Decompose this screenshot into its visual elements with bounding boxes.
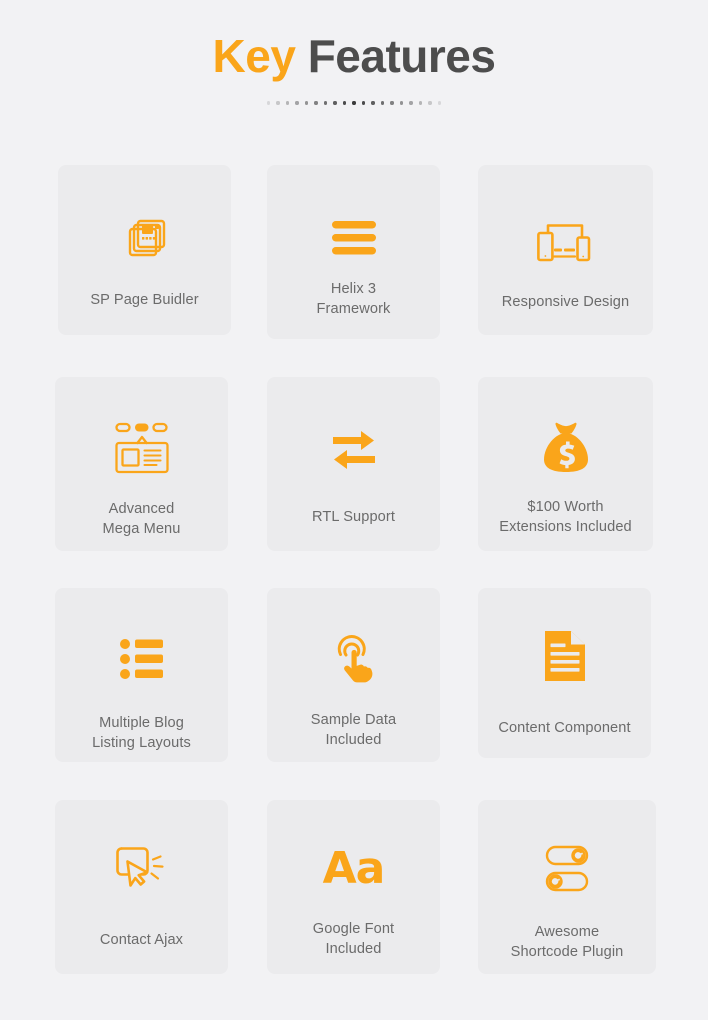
mega-menu-icon <box>55 422 228 476</box>
feature-card-label: Awesome Shortcode Plugin <box>510 924 624 960</box>
feature-card[interactable]: Content Component <box>478 588 651 758</box>
toggle-switches-icon <box>478 845 656 895</box>
stacked-pages-icon <box>58 212 231 260</box>
feature-card[interactable]: Responsive Design <box>478 165 653 335</box>
feature-card[interactable]: Awesome Shortcode Plugin <box>478 800 656 974</box>
exchange-arrows-icon <box>267 427 440 471</box>
feature-card[interactable]: Helix 3 Framework <box>267 165 440 339</box>
feature-card[interactable]: Contact Ajax <box>55 800 228 974</box>
feature-card-label: $100 Worth Extensions Included <box>499 499 632 535</box>
key-features-page: Key Features SP Page Buidler Helix 3 Fra… <box>0 0 708 1020</box>
feature-card-label: Sample Data Included <box>310 712 397 748</box>
responsive-devices-icon <box>478 220 653 262</box>
feature-card-label: Contact Ajax <box>99 932 184 948</box>
feature-card-label: Advanced Mega Menu <box>102 501 181 537</box>
feature-card[interactable]: $100 Worth Extensions Included <box>478 377 653 551</box>
typography-aa-icon: Aa <box>322 843 386 894</box>
feature-card-label: SP Page Buidler <box>90 292 199 308</box>
feature-card-label: Multiple Blog Listing Layouts <box>92 715 191 751</box>
tap-gesture-icon <box>267 632 440 684</box>
feature-card[interactable]: SP Page Buidler <box>58 165 231 335</box>
hamburger-bars-icon <box>267 219 440 257</box>
feature-card[interactable]: Advanced Mega Menu <box>55 377 228 551</box>
bulleted-list-icon <box>55 638 228 680</box>
feature-card[interactable]: Aa Google Font Included <box>267 800 440 974</box>
feature-card-label: Responsive Design <box>501 294 630 310</box>
feature-card[interactable]: RTL Support <box>267 377 440 551</box>
features-grid: SP Page Buidler Helix 3 Framework Respon… <box>0 0 708 1020</box>
document-icon <box>478 630 651 682</box>
feature-card-label: Content Component <box>498 720 631 736</box>
feature-card-label: RTL Support <box>311 509 396 525</box>
feature-card-label: Google Font Included <box>312 921 395 957</box>
feature-card-label: Helix 3 Framework <box>316 281 391 317</box>
feature-card[interactable]: Sample Data Included <box>267 588 440 762</box>
cursor-click-icon <box>55 845 228 895</box>
money-bag-icon <box>478 421 653 473</box>
feature-card[interactable]: Multiple Blog Listing Layouts <box>55 588 228 762</box>
